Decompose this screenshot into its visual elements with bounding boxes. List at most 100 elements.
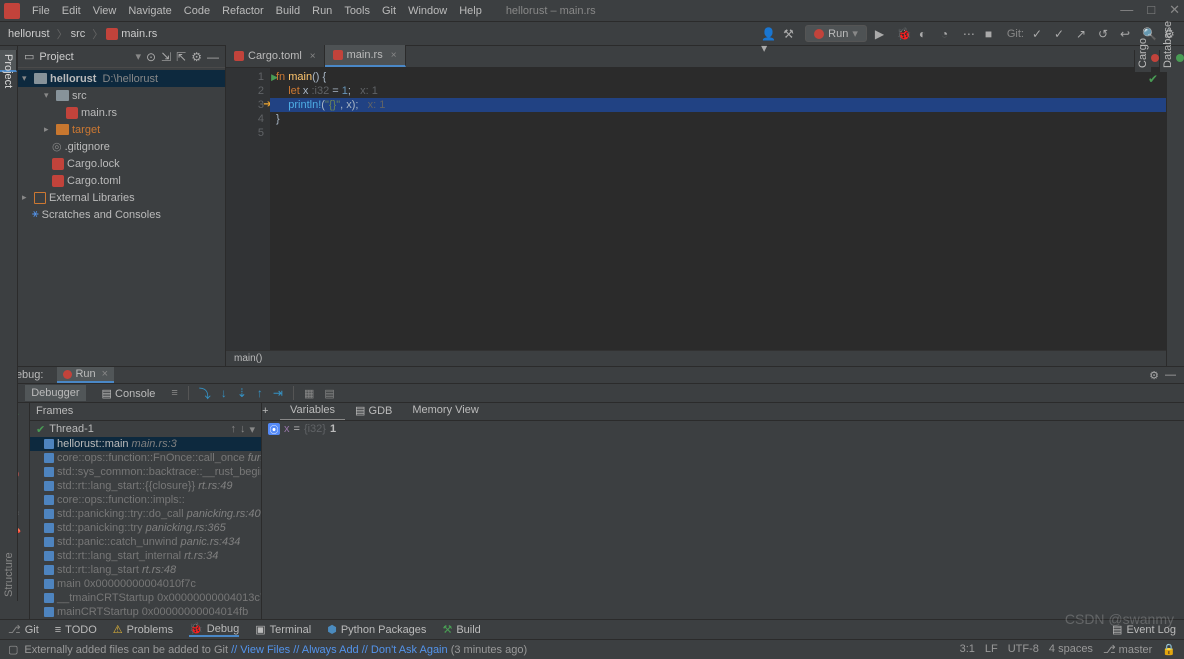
stack-frame[interactable]: hellorust::main main.rs:3 (30, 437, 261, 451)
evaluate-icon[interactable]: ▦ (304, 387, 314, 400)
attach-icon[interactable]: ⋯ (963, 27, 977, 41)
code-area[interactable]: fn main() { let x :i32 = 1; x: 1 println… (270, 68, 1166, 350)
add-user-icon[interactable]: 👤▾ (761, 27, 775, 41)
tool-eventlog[interactable]: ▤Event Log (1112, 623, 1176, 636)
tool-build[interactable]: ⚒Build (442, 623, 480, 636)
collapse-icon[interactable]: ⇱ (176, 50, 186, 64)
status-tool-icon[interactable]: ▢ (8, 643, 18, 656)
menu-window[interactable]: Window (402, 3, 453, 19)
indent-info[interactable]: 4 spaces (1049, 643, 1093, 656)
menu-build[interactable]: Build (270, 3, 306, 19)
trace-icon[interactable]: ▤ (324, 387, 334, 400)
close-icon[interactable]: × (102, 368, 108, 380)
lock-icon[interactable]: 🔒 (1162, 643, 1176, 656)
analysis-ok-icon[interactable]: ✔ (1148, 72, 1158, 86)
run-config-selector[interactable]: Run▾ (805, 25, 867, 42)
menu-help[interactable]: Help (453, 3, 488, 19)
settings-gear-icon[interactable]: ⚙ (191, 50, 202, 64)
stack-frame[interactable]: mainCRTStartup 0x00000000004014fb (30, 605, 261, 619)
git-commit-icon[interactable]: ✓ (1054, 27, 1068, 41)
tool-tab-structure[interactable]: Structure (1, 366, 17, 601)
tree-main[interactable]: main.rs (18, 104, 225, 121)
hide-icon[interactable]: — (207, 50, 219, 64)
tree-external-libs[interactable]: ▸External Libraries (18, 189, 225, 206)
caret-position[interactable]: 3:1 (960, 643, 975, 656)
gdb-tab[interactable]: ▤ GDB (345, 403, 402, 420)
chevron-down-icon[interactable]: ▾ (249, 423, 255, 436)
tree-cargolock[interactable]: Cargo.lock (18, 155, 225, 172)
breadcrumb-project[interactable]: hellorust (8, 28, 50, 40)
thread-selector[interactable]: ✔ Thread-1 ↑↓▾ (30, 421, 261, 437)
tool-python[interactable]: ⬢Python Packages (327, 623, 426, 636)
memory-view-tab[interactable]: Memory View (402, 403, 488, 420)
tool-tab-favorites[interactable]: Favorites (0, 366, 1, 601)
force-step-into-icon[interactable]: ⇣ (237, 386, 247, 400)
stack-frame[interactable]: std::rt::lang_start_internal rt.rs:34 (30, 549, 261, 563)
stack-frame[interactable]: std::panic::catch_unwind panic.rs:434 (30, 535, 261, 549)
tab-main-rs[interactable]: main.rs× (325, 45, 406, 67)
link-view-files[interactable]: // View Files (231, 644, 290, 656)
minimize-icon[interactable]: — (1120, 2, 1133, 18)
menu-view[interactable]: View (87, 3, 123, 19)
tool-todo[interactable]: ≡TODO (55, 624, 97, 636)
add-watch-icon[interactable]: + (262, 403, 280, 420)
link-always-add[interactable]: // Always Add (293, 644, 358, 656)
menu-navigate[interactable]: Navigate (122, 3, 177, 19)
code-editor[interactable]: 1▶ 2 3➔⊘ 4 5 fn main() { let x :i32 = 1;… (226, 68, 1166, 350)
encoding[interactable]: UTF-8 (1008, 643, 1039, 656)
git-revert-icon[interactable]: ↩ (1120, 27, 1134, 41)
menu-code[interactable]: Code (178, 3, 216, 19)
menu-tools[interactable]: Tools (338, 3, 376, 19)
git-branch-status[interactable]: ⎇ master (1103, 643, 1152, 656)
build-hammer-icon[interactable]: ⚒ (783, 27, 797, 41)
chevron-down-icon[interactable]: ▾ (136, 50, 142, 63)
debug-session-tab[interactable]: Run× (57, 367, 114, 383)
stack-frame[interactable]: std::rt::lang_start::{{closure}} rt.rs:4… (30, 479, 261, 493)
profile-icon[interactable]: ◔ (941, 27, 955, 41)
breadcrumb-file[interactable]: main.rs (121, 28, 157, 40)
close-icon[interactable]: × (310, 51, 316, 62)
variables-tab[interactable]: Variables (280, 403, 345, 420)
select-opened-icon[interactable]: ⊙ (146, 50, 156, 64)
tool-git[interactable]: ⎇Git (8, 623, 39, 636)
menu-git[interactable]: Git (376, 3, 402, 19)
variable-row[interactable]: ⦿ x = {i32} 1 (268, 423, 1178, 435)
step-over-icon[interactable]: ⤵ (199, 385, 211, 402)
step-into-icon[interactable]: ↓ (221, 386, 227, 400)
tree-scratches[interactable]: ⚹Scratches and Consoles (18, 206, 225, 223)
close-icon[interactable]: × (391, 50, 397, 61)
prev-frame-icon[interactable]: ↑ (230, 423, 236, 436)
debugger-tab[interactable]: Debugger (25, 385, 85, 401)
tree-gitignore[interactable]: ◎.gitignore (18, 138, 225, 155)
link-dont-ask[interactable]: // Don't Ask Again (362, 644, 448, 656)
step-out-icon[interactable]: ↑ (257, 386, 263, 400)
menu-file[interactable]: File (26, 3, 56, 19)
stack-frame[interactable]: core::ops::function::impls:: (30, 493, 261, 507)
git-push-icon[interactable]: ↗ (1076, 27, 1090, 41)
editor-breadcrumb[interactable]: main() (226, 350, 1166, 366)
run-play-icon[interactable]: ▶ (875, 27, 889, 41)
tool-terminal[interactable]: ▣Terminal (255, 623, 311, 636)
settings-gear-icon[interactable]: ⚙ (1149, 369, 1159, 382)
expand-icon[interactable]: ⇲ (161, 50, 171, 64)
line-ending[interactable]: LF (985, 643, 998, 656)
maximize-icon[interactable]: □ (1147, 2, 1155, 18)
tool-problems[interactable]: ⚠Problems (113, 623, 173, 636)
stack-frame[interactable]: core::ops::function::FnOnce::call_once f… (30, 451, 261, 465)
threads-icon[interactable]: ≡ (171, 387, 177, 399)
git-update-icon[interactable]: ✓ (1032, 27, 1046, 41)
tool-tab-database[interactable]: Database (1159, 50, 1176, 72)
tree-cargotoml[interactable]: Cargo.toml (18, 172, 225, 189)
debug-bug-icon[interactable]: 🐞 (897, 27, 911, 41)
stack-frame[interactable]: __tmainCRTStartup 0x00000000004013c7 (30, 591, 261, 605)
breadcrumb-folder[interactable]: src (71, 28, 86, 40)
git-history-icon[interactable]: ↺ (1098, 27, 1112, 41)
menu-run[interactable]: Run (306, 3, 338, 19)
console-tab[interactable]: ▤ Console (96, 385, 162, 402)
menu-edit[interactable]: Edit (56, 3, 87, 19)
menu-refactor[interactable]: Refactor (216, 3, 270, 19)
tree-target[interactable]: ▸target (18, 121, 225, 138)
coverage-icon[interactable]: ◐ (919, 27, 933, 41)
hide-icon[interactable]: — (1165, 369, 1176, 382)
project-header-label[interactable]: Project (39, 51, 130, 63)
